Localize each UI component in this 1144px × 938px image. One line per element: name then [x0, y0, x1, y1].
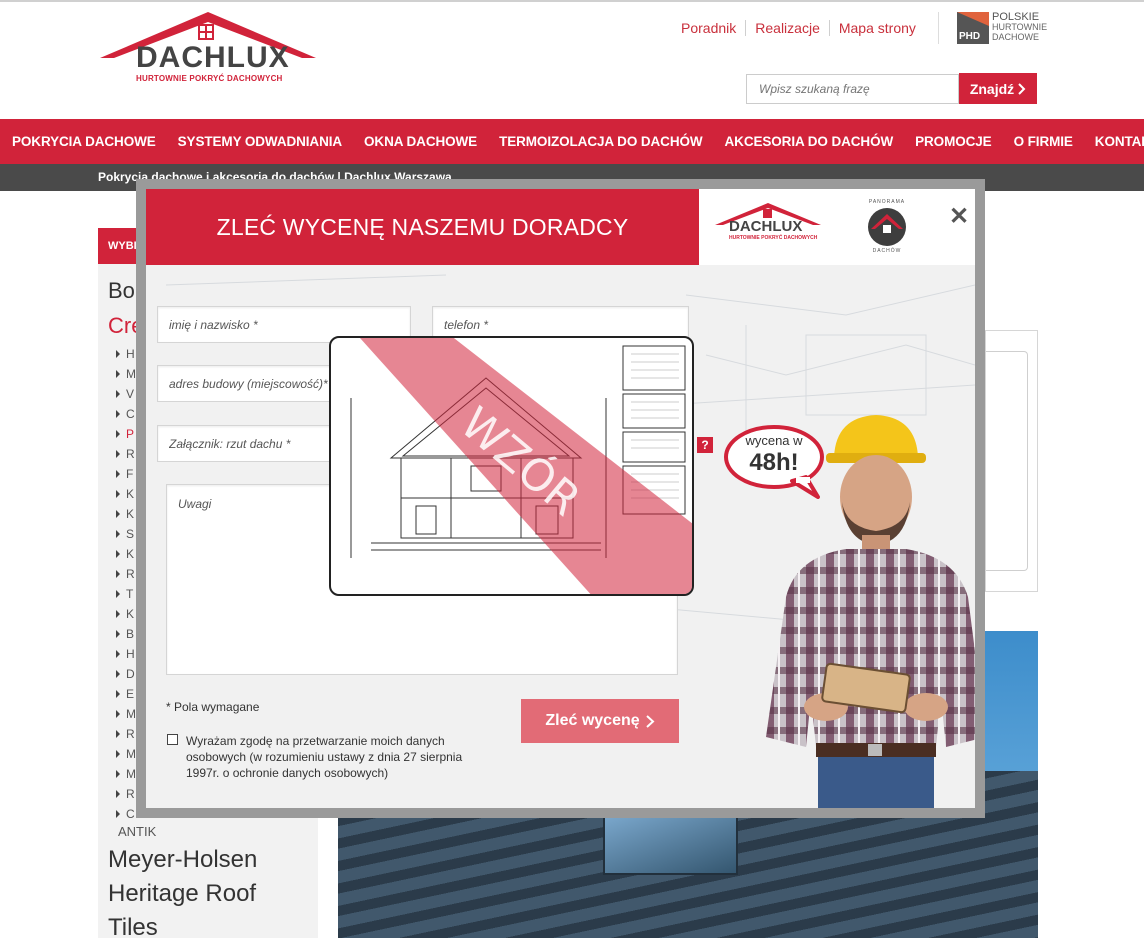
- list-item[interactable]: M: [116, 364, 136, 384]
- submit-label: Zleć wycenę: [545, 712, 640, 729]
- list-item[interactable]: E: [116, 684, 136, 704]
- list-item[interactable]: B: [116, 624, 136, 644]
- panorama-house-icon: [868, 208, 906, 246]
- quote-modal: ZLEĆ WYCENĘ NASZEMU DORADCY DACHLUX HURT…: [146, 189, 975, 808]
- mini-logo-word: DACHLUX: [729, 218, 803, 235]
- submit-quote-button[interactable]: Zleć wycenę: [521, 699, 679, 743]
- main-nav: POKRYCIA DACHOWE SYSTEMY ODWADNIANIA OKN…: [0, 119, 1144, 164]
- consent-checkbox[interactable]: [167, 734, 178, 745]
- list-item[interactable]: P: [116, 424, 136, 444]
- panorama-dachow-logo: PANORAMA DACHÓW: [859, 199, 915, 255]
- list-item[interactable]: R: [116, 564, 136, 584]
- link-mapa-strony[interactable]: Mapa strony: [830, 20, 925, 36]
- list-item[interactable]: K: [116, 484, 136, 504]
- content-box: [985, 330, 1038, 592]
- search-button-label: Znajdź: [969, 80, 1015, 97]
- nav-termoizolacja[interactable]: TERMOIZOLACJA DO DACHÓW: [488, 134, 713, 149]
- list-item[interactable]: V: [116, 384, 136, 404]
- phd-text: POLSKIE HURTOWNIE DACHOWE: [992, 11, 1048, 43]
- chevron-right-icon: [1018, 82, 1026, 95]
- panorama-top-text: PANORAMA: [868, 199, 906, 205]
- modal-title: ZLEĆ WYCENĘ NASZEMU DORADCY: [146, 189, 699, 265]
- link-realizacje[interactable]: Realizacje: [746, 20, 830, 36]
- list-item[interactable]: C: [116, 404, 136, 424]
- mini-logo-tagline: HURTOWNIE POKRYĆ DACHOWYCH: [729, 235, 818, 241]
- divider: [938, 12, 939, 44]
- link-poradnik[interactable]: Poradnik: [672, 20, 747, 36]
- house-section-drawing: WZÓR: [350, 338, 692, 594]
- nav-promocje[interactable]: PROMOCJE: [904, 134, 1002, 149]
- nav-systemy-odwadniania[interactable]: SYSTEMY ODWADNIANIA: [167, 134, 353, 149]
- sidebar-heading[interactable]: Bo: [108, 278, 135, 304]
- help-icon[interactable]: ?: [697, 437, 713, 453]
- sidebar-item-antik[interactable]: ANTIK: [118, 824, 156, 839]
- nav-kontakt[interactable]: KONTAKT: [1084, 134, 1144, 149]
- list-item[interactable]: R: [116, 784, 136, 804]
- list-item[interactable]: H: [116, 644, 136, 664]
- list-item[interactable]: H: [116, 344, 136, 364]
- list-item[interactable]: F: [116, 464, 136, 484]
- list-item[interactable]: R: [116, 444, 136, 464]
- list-item[interactable]: D: [116, 664, 136, 684]
- phd-badge[interactable]: PHD POLSKIE HURTOWNIE DACHOWE: [957, 12, 1047, 46]
- logo-tagline: HURTOWNIE POKRYĆ DACHOWYCH: [136, 74, 283, 83]
- list-item[interactable]: T: [116, 584, 136, 604]
- modal-logo-bar: DACHLUX HURTOWNIE POKRYĆ DACHOWYCH PANOR…: [699, 189, 975, 265]
- nav-o-firmie[interactable]: O FIRMIE: [1003, 134, 1084, 149]
- list-item[interactable]: M: [116, 744, 136, 764]
- sample-roof-plan-image: WZÓR: [329, 336, 694, 596]
- chevron-right-icon: [645, 714, 655, 728]
- top-border: [0, 0, 1144, 2]
- list-item[interactable]: C: [116, 804, 136, 824]
- logo-wordmark: DACHLUX: [136, 41, 290, 74]
- list-item[interactable]: M: [116, 704, 136, 724]
- list-item[interactable]: S: [116, 524, 136, 544]
- sidebar-list: H M V C P R F K K S K R T K B H D E M R …: [116, 344, 136, 824]
- list-item[interactable]: K: [116, 544, 136, 564]
- search-input[interactable]: [746, 74, 959, 104]
- dachlux-logo: DACHLUX HURTOWNIE POKRYĆ DACHOWYCH: [713, 201, 823, 253]
- list-item[interactable]: M: [116, 764, 136, 784]
- dachlux-logo[interactable]: DACHLUX HURTOWNIE POKRYĆ DACHOWYCH: [98, 10, 318, 90]
- list-item[interactable]: K: [116, 604, 136, 624]
- list-item[interactable]: K: [116, 504, 136, 524]
- required-note: * Pola wymagane: [166, 700, 260, 714]
- sidebar-heading-tiles[interactable]: Tiles: [108, 911, 318, 938]
- top-links: Poradnik Realizacje Mapa strony: [672, 18, 925, 38]
- construction-worker-image: [766, 415, 975, 808]
- sidebar-heading-meyer[interactable]: Meyer-Holsen: [108, 843, 318, 877]
- sidebar-heading-heritage[interactable]: Heritage Roof: [108, 877, 318, 911]
- sidebar-lower-headings: Meyer-Holsen Heritage Roof Tiles: [108, 843, 318, 938]
- consent-label: Wyrażam zgodę na przetwarzanie moich dan…: [186, 734, 463, 780]
- list-item[interactable]: R: [116, 724, 136, 744]
- nav-okna-dachowe[interactable]: OKNA DACHOWE: [353, 134, 488, 149]
- nav-pokrycia-dachowe[interactable]: POKRYCIA DACHOWE: [0, 134, 167, 149]
- nav-akcesoria[interactable]: AKCESORIA DO DACHÓW: [714, 134, 905, 149]
- phd-logo-icon: PHD: [957, 12, 989, 44]
- search-button[interactable]: Znajdź: [959, 73, 1037, 104]
- panorama-bottom-text: DACHÓW: [872, 248, 902, 254]
- close-icon[interactable]: ✕: [947, 205, 971, 229]
